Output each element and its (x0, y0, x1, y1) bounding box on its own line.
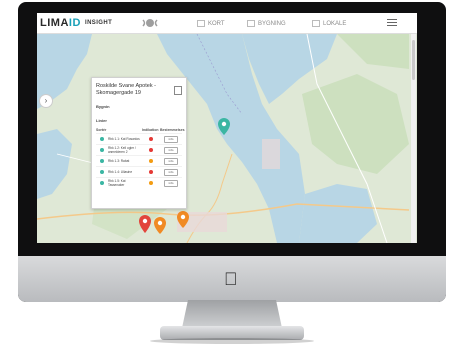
column-header (108, 128, 142, 133)
location-popup: Roskilde Svane Apotek - Skomagergade 19 … (91, 77, 187, 209)
document-icon[interactable] (174, 86, 182, 95)
table-row[interactable]: Rbk 1.4: Ullasine info (96, 166, 182, 177)
info-button[interactable]: info (164, 157, 178, 165)
info-button[interactable]: info (164, 168, 178, 176)
hamburger-menu-icon[interactable] (387, 19, 397, 27)
monitor-shadow (150, 338, 314, 344)
screen: LIMAID INSIGHT KORT BYGNING LOKALE › Ros… (37, 13, 417, 243)
building-icon (247, 20, 255, 27)
status-dot (100, 159, 104, 163)
column-header: Indikation (142, 128, 159, 132)
popup-title: Roskilde Svane Apotek - Skomagergade 19 (96, 83, 156, 96)
row-name: Rbk 1.1: Kat Rosanlos (108, 137, 140, 141)
table-row[interactable]: Rbk 1.3: Rabat info (96, 155, 182, 166)
monitor-stand-neck (182, 300, 282, 328)
map-icon (197, 20, 205, 27)
status-dot (100, 137, 104, 141)
column-header: Bestemmelses (160, 128, 185, 132)
indicator-dot (149, 170, 153, 174)
indicator-dot (149, 148, 153, 152)
map-scrollbar[interactable] (411, 34, 416, 243)
indicator-dot (149, 181, 153, 185)
row-name: Rbk 1.3: Rabat (108, 159, 130, 163)
table-header: Sortér Indikation Bestemmelses (96, 128, 185, 133)
column-header[interactable]: Sortér (96, 128, 108, 133)
nav-item-label: BYGNING (258, 20, 286, 27)
app-subtitle: INSIGHT (85, 20, 113, 26)
nav-item-lokale[interactable]: LOKALE (312, 20, 346, 27)
table-row[interactable]: Rbk 1.2: Kell ogler / anmelderen 2 info (96, 144, 182, 155)
indicator-dot (149, 137, 153, 141)
status-dot (100, 170, 104, 174)
info-button[interactable]: info (164, 179, 178, 187)
popup-section-building: Bygnin (96, 104, 110, 109)
nav-item-kort[interactable]: KORT (197, 20, 225, 27)
row-name: Rbk 1.5: Kat Tassenaker (108, 179, 126, 187)
apple-logo-icon:  (224, 270, 238, 288)
panel-toggle-chevron-icon[interactable]: › (39, 94, 53, 108)
room-icon (312, 20, 320, 27)
popup-table: Sortér Indikation Bestemmelses Rbk 1.1: … (96, 128, 185, 188)
popup-section-lines: Linier (96, 118, 107, 123)
table-row[interactable]: Rbk 1.1: Kat Rosanlos info (96, 133, 182, 144)
nav-item-bygning[interactable]: BYGNING (247, 20, 286, 27)
info-button[interactable]: info (164, 135, 178, 143)
brand-emblem-icon (142, 19, 158, 27)
logo-accent: ID (68, 17, 81, 29)
table-row[interactable]: Rbk 1.5: Kat Tassenaker info (96, 177, 182, 188)
logo-prefix: LIMA (40, 17, 69, 29)
row-name: Rbk 1.4: Ullasine (108, 170, 133, 174)
status-dot (100, 181, 104, 185)
status-dot (100, 148, 104, 152)
nav-item-label: LOKALE (323, 20, 347, 27)
row-name: Rbk 1.2: Kell ogler / anmelderen 2 (108, 146, 136, 154)
indicator-dot (149, 159, 153, 163)
app-logo[interactable]: LIMAID (40, 17, 81, 29)
nav-item-label: KORT (208, 20, 225, 27)
top-navbar: LIMAID INSIGHT KORT BYGNING LOKALE (37, 13, 417, 34)
info-button[interactable]: info (164, 146, 178, 154)
